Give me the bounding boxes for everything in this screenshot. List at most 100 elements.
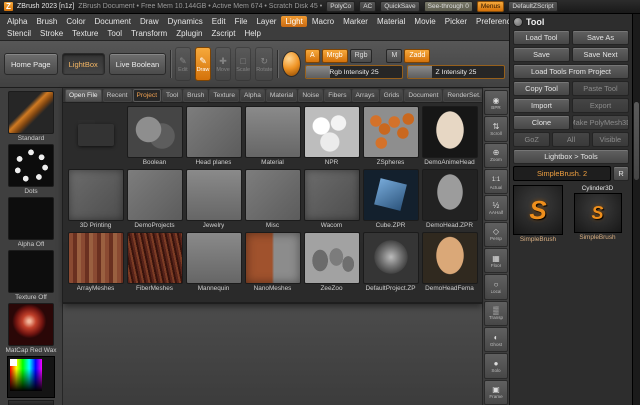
document-canvas[interactable]: Open File Recent Project Tool Brush Text… [63, 88, 482, 405]
gradient-icon[interactable] [8, 400, 54, 405]
color-picker-square[interactable] [10, 359, 42, 391]
lb-tab-arrays[interactable]: Arrays [351, 88, 379, 102]
menu-marker[interactable]: Marker [339, 16, 372, 27]
project-thumbnail[interactable] [362, 232, 419, 284]
lightbox-item-arraymeshes[interactable]: ArrayMeshes [67, 232, 124, 293]
folder-icon[interactable] [68, 106, 124, 158]
active-tool-thumbnail[interactable]: S [513, 185, 563, 235]
project-thumbnail[interactable] [421, 232, 478, 284]
lightbox-item-demoheadfemale[interactable]: DemoHeadFema [421, 232, 478, 293]
project-thumbnail[interactable] [185, 169, 242, 221]
menu-help[interactable]: Help [240, 28, 264, 39]
sculptris-pro-button[interactable] [282, 51, 301, 77]
menu-layer[interactable]: Layer [252, 16, 280, 27]
see-through-slider[interactable]: See-through 0 [423, 1, 473, 12]
lb-tab-grids[interactable]: Grids [379, 88, 404, 102]
floor-button[interactable]: Floor [484, 247, 508, 274]
save-button[interactable]: Save [513, 47, 570, 62]
menu-zplugin[interactable]: Zplugin [172, 28, 206, 39]
lightbox-item-jewelry[interactable]: Jewelry [185, 169, 242, 230]
lightbox-item-boolean[interactable]: Boolean [126, 106, 183, 167]
actual-size-button[interactable]: Actual [484, 168, 508, 195]
lb-tab-alpha[interactable]: Alpha [240, 88, 265, 102]
lb-tab-project[interactable]: Project [132, 88, 162, 102]
quick-pick[interactable]: Cylinder3D S SimpleBrush [566, 185, 629, 243]
stroke-selector[interactable]: Dots [8, 144, 54, 195]
lightbox-item-zeezoo[interactable]: ZeeZoo [303, 232, 360, 293]
load-tools-from-project-button[interactable]: Load Tools From Project [513, 64, 629, 79]
goz-button[interactable]: GoZ [513, 132, 551, 147]
menu-movie[interactable]: Movie [410, 16, 439, 27]
menu-tool[interactable]: Tool [103, 28, 126, 39]
menu-brush[interactable]: Brush [32, 16, 61, 27]
texture-selector[interactable]: Texture Off [8, 250, 54, 301]
copy-tool-button[interactable]: Copy Tool [513, 81, 570, 96]
project-thumbnail[interactable] [126, 169, 183, 221]
zadd-toggle[interactable]: Zadd [404, 49, 431, 63]
zoom-button[interactable]: Zoom [484, 142, 508, 168]
project-thumbnail[interactable] [362, 169, 419, 221]
lightbox-item-cube-zpr[interactable]: Cube.ZPR [362, 169, 419, 230]
lightbox-item-material[interactable]: Material [244, 106, 301, 167]
aahalf-button[interactable]: AAHalf [484, 195, 508, 221]
project-thumbnail[interactable] [185, 232, 242, 284]
lightbox-item-defaultproject[interactable]: DefaultProject.ZP [362, 232, 419, 293]
menu-edit[interactable]: Edit [208, 16, 230, 27]
menu-dynamics[interactable]: Dynamics [164, 16, 207, 27]
quicksave-button[interactable]: QuickSave [380, 1, 420, 12]
lightbox-item-demoprojects[interactable]: DemoProjects [126, 169, 183, 230]
save-next-button[interactable]: Save Next [572, 47, 629, 62]
material-selector[interactable]: MatCap Red Wax [5, 303, 57, 354]
ghost-button[interactable]: Ghost [484, 326, 508, 353]
mrgb-toggle[interactable]: Mrgb [321, 49, 348, 63]
material-red-wax-icon[interactable] [8, 303, 54, 346]
color-swatch-area[interactable] [7, 356, 55, 398]
active-tool[interactable]: S SimpleBrush [513, 185, 563, 243]
lightbox-item-nanomeshes[interactable]: NanoMeshes [244, 232, 301, 293]
clone-button[interactable]: Clone [513, 115, 570, 130]
lightbox-item-3d-printing[interactable]: 3D Printing [67, 169, 124, 230]
brush-selector[interactable]: Standard [8, 91, 54, 142]
project-thumbnail[interactable] [244, 106, 301, 158]
menu-transform[interactable]: Transform [127, 28, 171, 39]
menu-stencil[interactable]: Stencil [3, 28, 35, 39]
menu-color[interactable]: Color [62, 16, 89, 27]
menus-button[interactable]: Menus [476, 1, 505, 12]
lightbox-item-zspheres[interactable]: ZSpheres [362, 106, 419, 167]
tray-scrollbar-thumb[interactable] [634, 102, 639, 180]
menu-stroke[interactable]: Stroke [36, 28, 67, 39]
project-thumbnail[interactable] [67, 169, 124, 221]
lightbox-toggle-button[interactable]: LightBox [61, 53, 105, 75]
export-button[interactable]: Export [572, 98, 629, 113]
transparency-button[interactable]: Transp [484, 300, 508, 326]
project-thumbnail[interactable] [126, 106, 183, 158]
lb-tab-noise[interactable]: Noise [298, 88, 324, 102]
menu-texture[interactable]: Texture [68, 28, 102, 39]
menu-light[interactable]: Light [281, 15, 307, 27]
tool-quickpick-slider[interactable]: SimpleBrush. 2 [513, 166, 611, 181]
save-as-button[interactable]: Save As [572, 30, 629, 45]
project-thumbnail[interactable] [362, 106, 419, 158]
project-thumbnail[interactable] [303, 169, 360, 221]
lb-tab-material[interactable]: Material [265, 88, 298, 102]
menu-zscript[interactable]: Zscript [207, 28, 239, 39]
menu-macro[interactable]: Macro [308, 16, 338, 27]
color-picker[interactable] [7, 356, 55, 398]
import-button[interactable]: Import [513, 98, 570, 113]
load-tool-button[interactable]: Load Tool [513, 30, 570, 45]
home-page-button[interactable]: Home Page [4, 53, 58, 75]
make-polymesh3d-button[interactable]: Make PolyMesh3D [572, 115, 629, 130]
project-thumbnail[interactable] [303, 106, 360, 158]
lightbox-item-mannequin[interactable]: Mannequin [185, 232, 242, 293]
project-thumbnail[interactable] [185, 106, 242, 158]
solo-button[interactable]: Solo [484, 353, 508, 379]
alpha-off-icon[interactable] [8, 197, 54, 240]
gradient-selector[interactable]: Gradient [8, 400, 54, 405]
lb-tab-tool[interactable]: Tool [162, 88, 183, 102]
project-thumbnail[interactable] [244, 169, 301, 221]
a-toggle[interactable]: A [305, 49, 320, 63]
lightbox-item-demoanimehead[interactable]: DemoAnimeHead [421, 106, 478, 167]
move-mode-button[interactable]: ✚ Move [215, 47, 232, 81]
stroke-dots-icon[interactable] [8, 144, 54, 187]
lb-tab-recent[interactable]: Recent [102, 88, 132, 102]
